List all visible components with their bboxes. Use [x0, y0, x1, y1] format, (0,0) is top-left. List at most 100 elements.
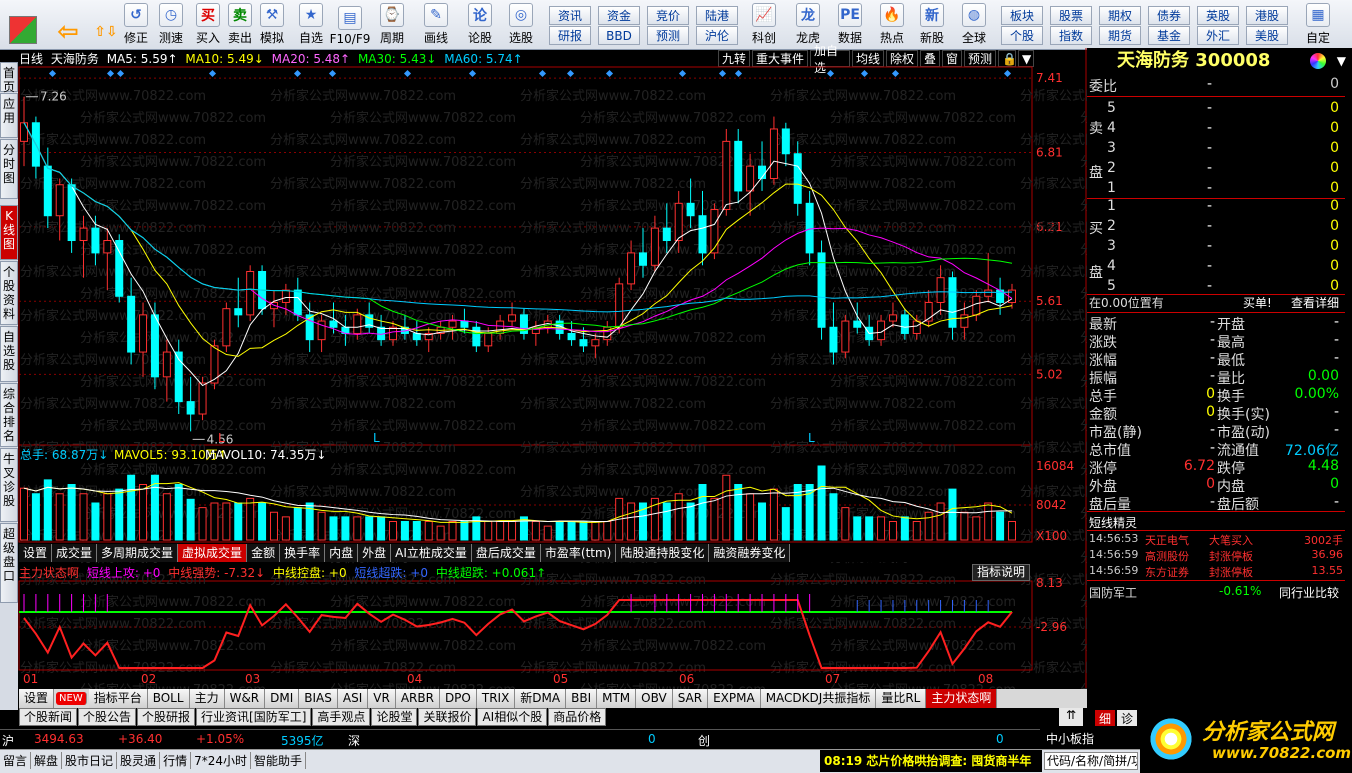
indicator-tab-0[interactable]: 设置 — [19, 689, 55, 708]
news-tab-1[interactable]: 个股公告 — [78, 708, 137, 726]
indicator-tab-11[interactable]: DPO — [439, 689, 477, 708]
indicator-tab-18[interactable]: EXPMA — [708, 689, 761, 708]
volume-tab-8[interactable]: AI立桩成交量 — [391, 544, 472, 562]
chart-button-0[interactable]: 九转 — [718, 50, 750, 67]
news-tab-3[interactable]: 行业资讯[国防军工] — [196, 708, 312, 726]
fine-tab[interactable]: 细 — [1095, 710, 1115, 726]
pin-icon[interactable]: ⇈ — [1059, 708, 1083, 726]
volume-tab-2[interactable]: 多周期成交量 — [97, 544, 179, 562]
indicator-help-button[interactable]: 指标说明 — [972, 564, 1030, 581]
chart-button-3[interactable]: 均线 — [852, 50, 884, 67]
side-tab-7[interactable]: 牛叉诊股 — [0, 448, 18, 522]
grid-button-19[interactable]: 美股 — [1246, 26, 1288, 45]
volume-tab-6[interactable]: 内盘 — [325, 544, 359, 562]
news-tab-8[interactable]: 商品价格 — [548, 708, 607, 726]
status-item-0[interactable]: 留言 — [0, 752, 32, 769]
diag-tab[interactable]: 诊 — [1117, 710, 1137, 726]
grid-button-0[interactable]: 资讯 — [549, 6, 591, 25]
sell-button[interactable]: 卖卖出 — [222, 2, 258, 48]
volume-tab-3[interactable]: 虚拟成交量 — [178, 544, 248, 562]
elves-row[interactable]: 14:56:59 东方证券 封涨停板 13.55 — [1087, 564, 1345, 580]
volume-tab-11[interactable]: 陆股通持股变化 — [616, 544, 710, 562]
indicator-tab-8[interactable]: ASI — [337, 689, 369, 708]
f10-button[interactable]: ▤ F10/F9 — [330, 2, 370, 48]
grid-button-6[interactable]: 预测 — [647, 26, 689, 45]
side-tab-8[interactable]: 超级盘口 — [0, 523, 18, 603]
indicator-tab-6[interactable]: DMI — [265, 689, 300, 708]
grid-button-10[interactable]: 期权 — [1099, 6, 1141, 25]
indicator-tab-21[interactable]: 主力状态啊 — [926, 689, 998, 708]
indicator-tab-20[interactable]: 量比RL — [876, 689, 927, 708]
menu-dropdown-icon[interactable]: ▼ — [1337, 48, 1346, 74]
grid-button-7[interactable]: 沪伦 — [696, 26, 738, 45]
volume-tab-7[interactable]: 外盘 — [358, 544, 392, 562]
kline-chart[interactable]: 7.416.816.215.615.02分析家公式网www.70822.com 分… — [0, 0, 1087, 690]
news-tab-7[interactable]: AI相似个股 — [477, 708, 548, 726]
cy-index[interactable]: 0 — [996, 732, 1004, 746]
industry-compare-button[interactable]: 同行业比较 — [1279, 584, 1339, 601]
indicator-tab-12[interactable]: TRIX — [476, 689, 516, 708]
period-button[interactable]: ⌚ 周期 — [374, 2, 410, 48]
chart-button-4[interactable]: 除权 — [886, 50, 918, 67]
side-tab-3[interactable]: K线图 — [0, 205, 18, 260]
indicator-tab-15[interactable]: MTM — [597, 689, 637, 708]
indicator-tab-17[interactable]: SAR — [672, 689, 709, 708]
volume-tab-10[interactable]: 市盈率(ttm) — [540, 544, 617, 562]
zxb-index[interactable]: 中小板指 — [1042, 729, 1130, 749]
indicator-tab-14[interactable]: BBI — [566, 689, 598, 708]
side-tab-6[interactable]: 综合排名 — [0, 383, 18, 447]
status-item-1[interactable]: 解盘 — [31, 752, 63, 769]
status-item-5[interactable]: 7*24小时 — [191, 752, 251, 769]
star-button[interactable]: ★ 自选 — [293, 2, 329, 48]
news-tab-2[interactable]: 个股研报 — [137, 708, 196, 726]
volume-tab-1[interactable]: 成交量 — [52, 544, 98, 562]
search-input[interactable]: 代码/名称/简拼/功能 — [1044, 752, 1138, 770]
home-logo-icon[interactable] — [4, 2, 42, 48]
pencil-button[interactable]: ✎ 画线 — [418, 2, 454, 48]
hammer-button[interactable]: ⚒ 模拟 — [254, 2, 290, 48]
dropdown-arrow-icon[interactable]: ▼ — [1018, 50, 1034, 67]
ipo-button[interactable]: 新新股 — [914, 2, 950, 48]
status-item-2[interactable]: 股市日记 — [62, 752, 118, 769]
forum-button[interactable]: 论论股 — [462, 2, 498, 48]
fix-button[interactable]: ↺ 修正 — [118, 2, 154, 48]
kechuang-button[interactable]: 📈 科创 — [746, 2, 782, 48]
industry-name[interactable]: 国防军工 — [1089, 584, 1137, 601]
grid-button-16[interactable]: 期货 — [1099, 26, 1141, 45]
elves-row[interactable]: 14:56:59 高测股份 封涨停板 36.96 — [1087, 548, 1345, 564]
indicator-tab-1[interactable]: NEW — [56, 692, 87, 705]
side-tab-5[interactable]: 自选股 — [0, 326, 18, 382]
buy-button[interactable]: 买买入 — [190, 2, 226, 48]
grid-button-12[interactable]: 英股 — [1197, 6, 1239, 25]
volume-tab-4[interactable]: 金额 — [247, 544, 281, 562]
side-tab-4[interactable]: 个股资料 — [0, 261, 18, 325]
sz-index[interactable]: 0 — [648, 732, 656, 746]
chart-button-5[interactable]: 叠 — [920, 50, 940, 67]
up-down-button[interactable]: ⇧⇩ — [92, 2, 120, 48]
elves-row[interactable]: 14:56:53 天正电气 大笔买入 3002手 — [1087, 532, 1345, 548]
side-tab-0[interactable]: 首页 — [0, 62, 18, 94]
grid-button-11[interactable]: 债券 — [1148, 6, 1190, 25]
news-tab-5[interactable]: 论股堂 — [371, 708, 418, 726]
period-label[interactable]: 日线 — [19, 52, 43, 66]
chart-button-2[interactable]: 加自选 — [810, 44, 850, 75]
grid-button-1[interactable]: 资金 — [598, 6, 640, 25]
status-item-3[interactable]: 股灵通 — [117, 752, 161, 769]
lock-icon[interactable]: 🔒 — [998, 50, 1017, 67]
indicator-tab-7[interactable]: BIAS — [299, 689, 338, 708]
side-tab-1[interactable]: 应用 — [0, 93, 18, 138]
grid-button-17[interactable]: 基金 — [1148, 26, 1190, 45]
news-ticker[interactable]: 08:19 芯片价格哄抬调查: 囤货商半年 — [820, 750, 1042, 772]
buy-single-link[interactable]: 买单! — [1243, 294, 1272, 311]
news-tab-4[interactable]: 高手观点 — [312, 708, 371, 726]
volume-tab-12[interactable]: 融资融券变化 — [709, 544, 791, 562]
indicator-tab-5[interactable]: W&R — [224, 689, 266, 708]
indicator-tab-10[interactable]: ARBR — [395, 689, 440, 708]
chart-button-1[interactable]: 重大事件 — [752, 50, 808, 67]
chart-button-6[interactable]: 窗 — [942, 50, 962, 67]
volume-tab-9[interactable]: 盘后成交量 — [471, 544, 541, 562]
grid-button-14[interactable]: 个股 — [1001, 26, 1043, 45]
status-item-4[interactable]: 行情 — [160, 752, 192, 769]
grid-button-4[interactable]: 研报 — [549, 26, 591, 45]
grid-button-3[interactable]: 陆港 — [696, 6, 738, 25]
